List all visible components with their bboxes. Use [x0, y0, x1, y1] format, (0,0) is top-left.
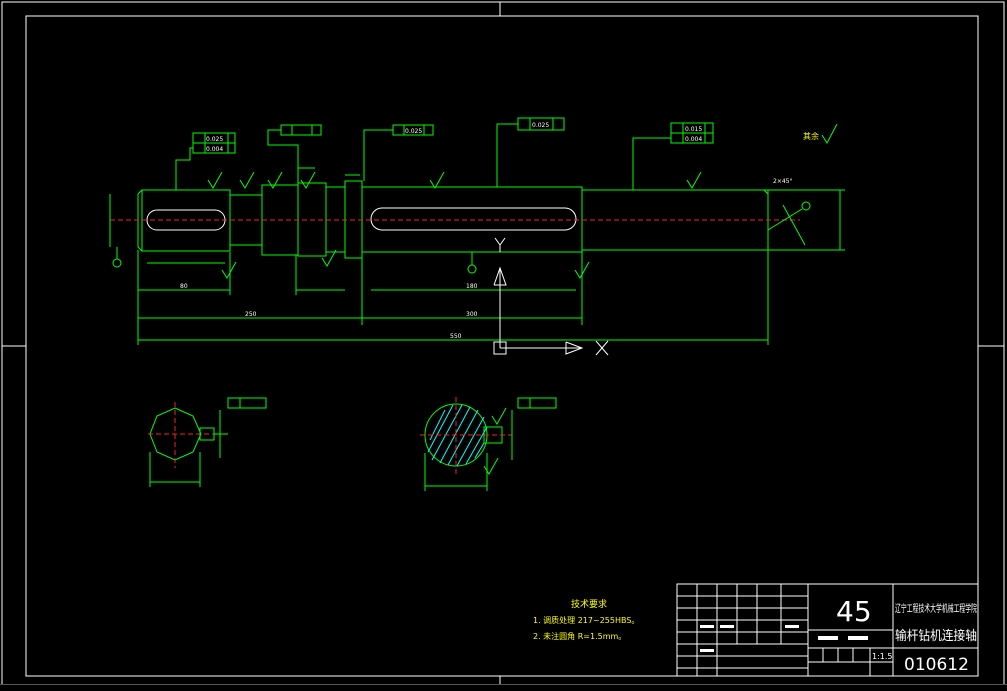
section-view-2	[420, 397, 557, 491]
surface-finish-marks	[207, 123, 838, 279]
svg-text:180: 180	[466, 283, 478, 290]
datum-markers	[112, 201, 811, 274]
keyway-long	[370, 207, 577, 231]
scale-label: 1:1.5	[872, 652, 893, 661]
svg-text:0.025: 0.025	[532, 122, 549, 129]
drawing-number: 010612	[904, 655, 969, 675]
svg-text:0.025: 0.025	[405, 128, 422, 135]
svg-text:2. 未注圆角 R=1.5mm。: 2. 未注圆角 R=1.5mm。	[533, 631, 626, 641]
svg-text:0.004: 0.004	[685, 136, 702, 143]
svg-text:2×45°: 2×45°	[773, 178, 792, 185]
part-name: 输杆钻机连接轴	[895, 628, 977, 644]
svg-text:80: 80	[180, 283, 188, 290]
school-name: 辽宁工程技术大学机械工程学院	[895, 602, 977, 615]
svg-text:技术要求: 技术要求	[571, 598, 607, 610]
svg-text:550: 550	[450, 333, 462, 340]
svg-text:300: 300	[466, 311, 478, 318]
technical-requirements: 技术要求 1. 调质处理 217~255HBS。 2. 未注圆角 R=1.5mm…	[533, 598, 639, 641]
tolerance-frames	[175, 117, 714, 190]
material-label: 45	[836, 595, 872, 628]
svg-text:250: 250	[245, 311, 257, 318]
cad-drawing-canvas[interactable]: 0.025 0.004 0.025 0.025 0.015 0.004 2×45…	[0, 0, 1007, 690]
svg-text:1. 调质处理 217~255HBS。: 1. 调质处理 217~255HBS。	[533, 615, 639, 625]
ucs-icon	[493, 237, 609, 356]
dimension-lines	[109, 189, 845, 345]
section-view-1	[148, 397, 267, 487]
svg-text:0.004: 0.004	[206, 146, 223, 153]
surface-finish-note: 其余	[803, 131, 819, 141]
sheet-border	[1, 1, 1005, 687]
dimension-text: 80 250 300 550 180	[180, 283, 478, 340]
svg-text:0.015: 0.015	[685, 126, 702, 133]
svg-text:0.025: 0.025	[206, 136, 223, 143]
